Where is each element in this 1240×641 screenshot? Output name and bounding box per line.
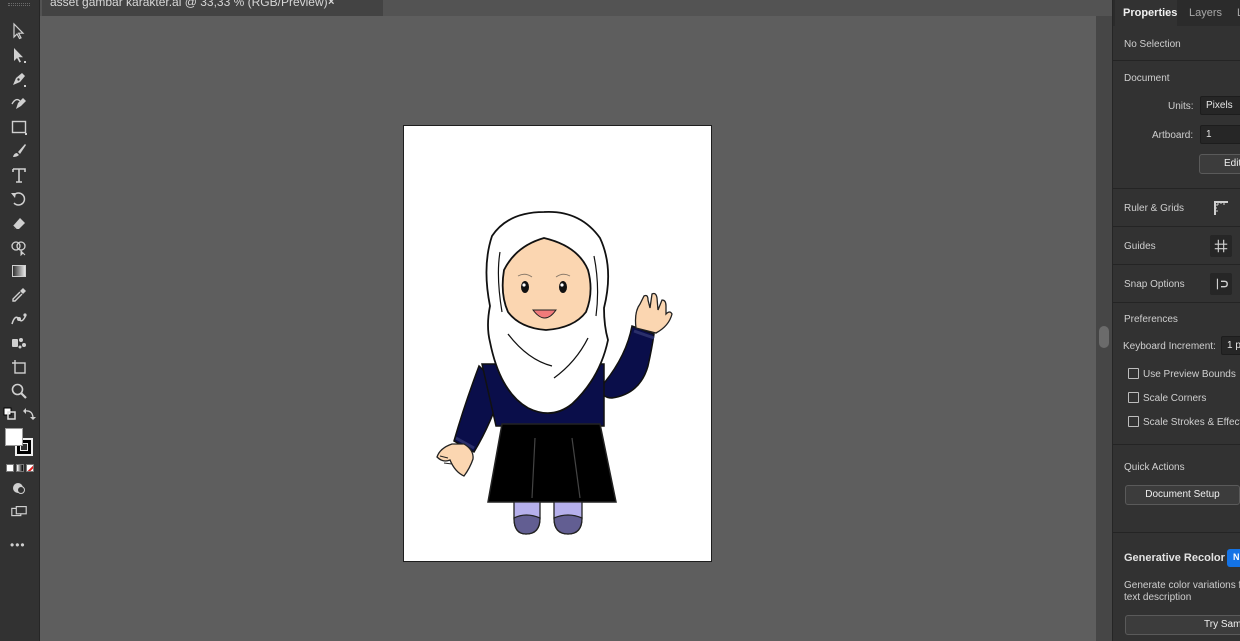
quick-actions-heading: Quick Actions	[1124, 462, 1185, 473]
shape-builder-tool-icon[interactable]	[8, 237, 30, 257]
direct-selection-tool-icon[interactable]	[8, 45, 30, 65]
symbol-sprayer-tool-icon[interactable]	[8, 333, 30, 353]
artboard[interactable]	[403, 125, 712, 562]
preferences-heading: Preferences	[1124, 314, 1178, 325]
artboard-select[interactable]: 1	[1200, 125, 1240, 144]
color-mode-buttons	[6, 464, 34, 473]
selection-status: No Selection	[1124, 39, 1181, 50]
snap-options-label: Snap Options	[1124, 279, 1185, 290]
keyboard-increment-label: Keyboard Increment:	[1123, 341, 1216, 352]
scale-strokes-effects-label: Scale Strokes & Effects	[1143, 417, 1240, 428]
generative-recolor-description-2: text description	[1124, 592, 1192, 603]
document-heading: Document	[1124, 73, 1170, 84]
selection-tool-icon[interactable]	[8, 21, 30, 41]
scale-strokes-effects-checkbox[interactable]	[1128, 416, 1139, 427]
toolbar-grip[interactable]	[8, 3, 30, 6]
close-icon[interactable]: ×	[328, 0, 334, 8]
hijab-girl-illustration[interactable]	[404, 126, 713, 563]
generative-recolor-heading: Generative Recolor	[1124, 552, 1225, 564]
right-arm	[599, 292, 673, 399]
curvature-tool-icon[interactable]	[8, 93, 30, 113]
document-tab[interactable]: asset gambar karakter.ai @ 33,33 % (RGB/…	[42, 0, 383, 16]
document-setup-button[interactable]: Document Setup	[1125, 485, 1240, 505]
tools-panel: •••	[0, 0, 40, 641]
rectangle-tool-icon[interactable]	[8, 117, 30, 137]
try-samples-button[interactable]: Try Samples	[1125, 615, 1240, 635]
tab-properties[interactable]: Properties	[1123, 7, 1177, 19]
gradient-mode-button[interactable]	[16, 464, 24, 472]
default-colors-icon[interactable]	[3, 407, 17, 421]
edit-artboards-button[interactable]: Edit	[1199, 154, 1240, 174]
units-label: Units:	[1168, 101, 1194, 112]
artboard-tool-icon[interactable]	[8, 357, 30, 377]
keyboard-increment-input[interactable]: 1 px	[1221, 336, 1240, 355]
vertical-scrollbar[interactable]	[1096, 16, 1112, 641]
drawing-modes-icon[interactable]	[10, 480, 28, 496]
pen-tool-icon[interactable]	[8, 69, 30, 89]
rotate-tool-icon[interactable]	[8, 189, 30, 209]
units-select[interactable]: Pixels	[1200, 96, 1240, 115]
tab-layers[interactable]: Layers	[1189, 7, 1222, 19]
use-preview-bounds-label: Use Preview Bounds	[1143, 369, 1236, 380]
fill-swatch[interactable]	[5, 428, 23, 446]
document-tab-title: asset gambar karakter.ai @ 33,33 % (RGB/…	[50, 0, 328, 9]
use-preview-bounds-checkbox[interactable]	[1128, 368, 1139, 379]
generative-recolor-description: Generate color variations from	[1124, 580, 1240, 591]
scale-corners-checkbox[interactable]	[1128, 392, 1139, 403]
snap-icon[interactable]	[1210, 273, 1232, 295]
guides-label: Guides	[1124, 241, 1156, 252]
scrollbar-thumb[interactable]	[1099, 326, 1109, 348]
panel-tabs: Properties Layers L	[1113, 0, 1240, 26]
color-mode-button[interactable]	[6, 464, 14, 472]
new-badge: N	[1227, 549, 1240, 567]
artboard-label: Artboard:	[1152, 130, 1194, 141]
skirt	[487, 423, 617, 503]
eyedropper-tool-icon[interactable]	[8, 285, 30, 305]
scale-corners-label: Scale Corners	[1143, 393, 1207, 404]
eraser-tool-icon[interactable]	[8, 213, 30, 233]
properties-panel: Properties Layers L No Selection Documen…	[1112, 0, 1240, 641]
guides-icon[interactable]	[1210, 235, 1232, 257]
paintbrush-tool-icon[interactable]	[8, 141, 30, 161]
type-tool-icon[interactable]	[8, 165, 30, 185]
edit-toolbar-button[interactable]: •••	[10, 538, 26, 552]
ruler-icon[interactable]	[1210, 197, 1232, 219]
zoom-tool-icon[interactable]	[8, 381, 30, 401]
puppet-warp-tool-icon[interactable]	[8, 309, 30, 329]
ruler-grids-label: Ruler & Grids	[1124, 203, 1185, 214]
gradient-tool-icon[interactable]	[8, 261, 30, 281]
document-tab-bar: asset gambar karakter.ai @ 33,33 % (RGB/…	[40, 0, 1112, 16]
screen-mode-icon[interactable]	[9, 504, 29, 520]
swap-colors-icon[interactable]	[22, 407, 36, 421]
fill-stroke-swatches[interactable]	[5, 428, 35, 458]
feet	[513, 501, 583, 535]
none-mode-button[interactable]	[26, 464, 34, 472]
canvas-area[interactable]	[40, 16, 1096, 641]
